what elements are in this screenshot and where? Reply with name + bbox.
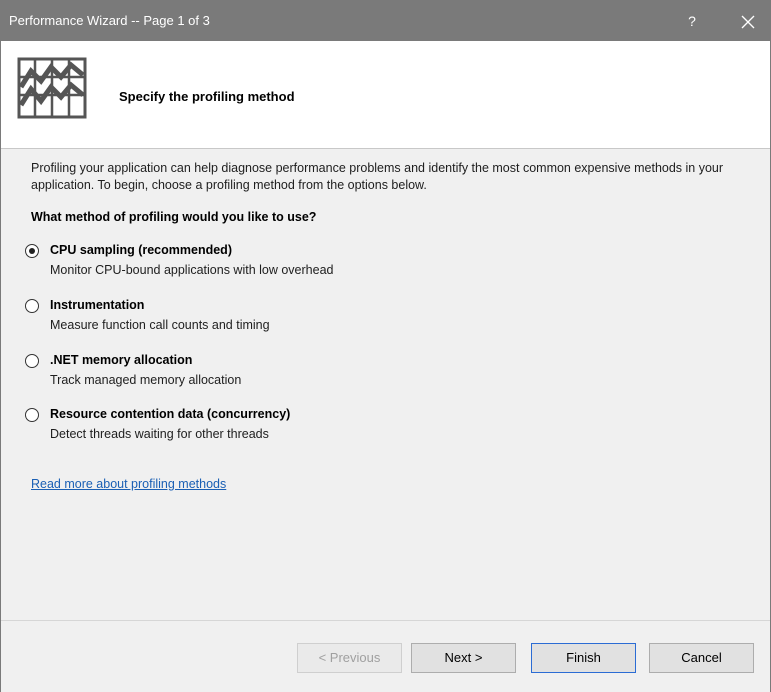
method-question: What method of profiling would you like … [31, 210, 317, 224]
performance-chart-icon [17, 57, 87, 119]
finish-button[interactable]: Finish [531, 643, 636, 673]
read-more-link[interactable]: Read more about profiling methods [31, 477, 226, 491]
radio-net-memory-allocation[interactable] [25, 354, 39, 368]
wizard-footer: < Previous Next > Finish Cancel [1, 620, 770, 692]
next-button[interactable]: Next > [411, 643, 516, 673]
title-bar: Performance Wizard -- Page 1 of 3 ? [1, 1, 770, 41]
window-title: Performance Wizard -- Page 1 of 3 [9, 13, 210, 28]
radio-cpu-sampling[interactable] [25, 244, 39, 258]
radio-selected-dot [29, 248, 35, 254]
option-label[interactable]: Resource contention data (concurrency) [50, 407, 290, 421]
previous-button[interactable]: < Previous [297, 643, 402, 673]
option-description: Monitor CPU-bound applications with low … [50, 263, 334, 277]
option-label[interactable]: .NET memory allocation [50, 353, 192, 367]
option-label[interactable]: CPU sampling (recommended) [50, 243, 232, 257]
close-icon[interactable] [731, 9, 765, 33]
option-description: Detect threads waiting for other threads [50, 427, 269, 441]
radio-instrumentation[interactable] [25, 299, 39, 313]
option-description: Track managed memory allocation [50, 373, 242, 387]
wizard-content: Profiling your application can help diag… [1, 150, 770, 620]
option-label[interactable]: Instrumentation [50, 298, 144, 312]
wizard-header: Specify the profiling method [1, 41, 770, 149]
help-icon[interactable]: ? [677, 9, 707, 33]
page-heading: Specify the profiling method [119, 89, 295, 104]
performance-wizard-dialog: Performance Wizard -- Page 1 of 3 ? Spec… [0, 0, 771, 692]
option-description: Measure function call counts and timing [50, 318, 270, 332]
intro-text: Profiling your application can help diag… [31, 161, 724, 192]
cancel-button[interactable]: Cancel [649, 643, 754, 673]
radio-resource-contention[interactable] [25, 408, 39, 422]
